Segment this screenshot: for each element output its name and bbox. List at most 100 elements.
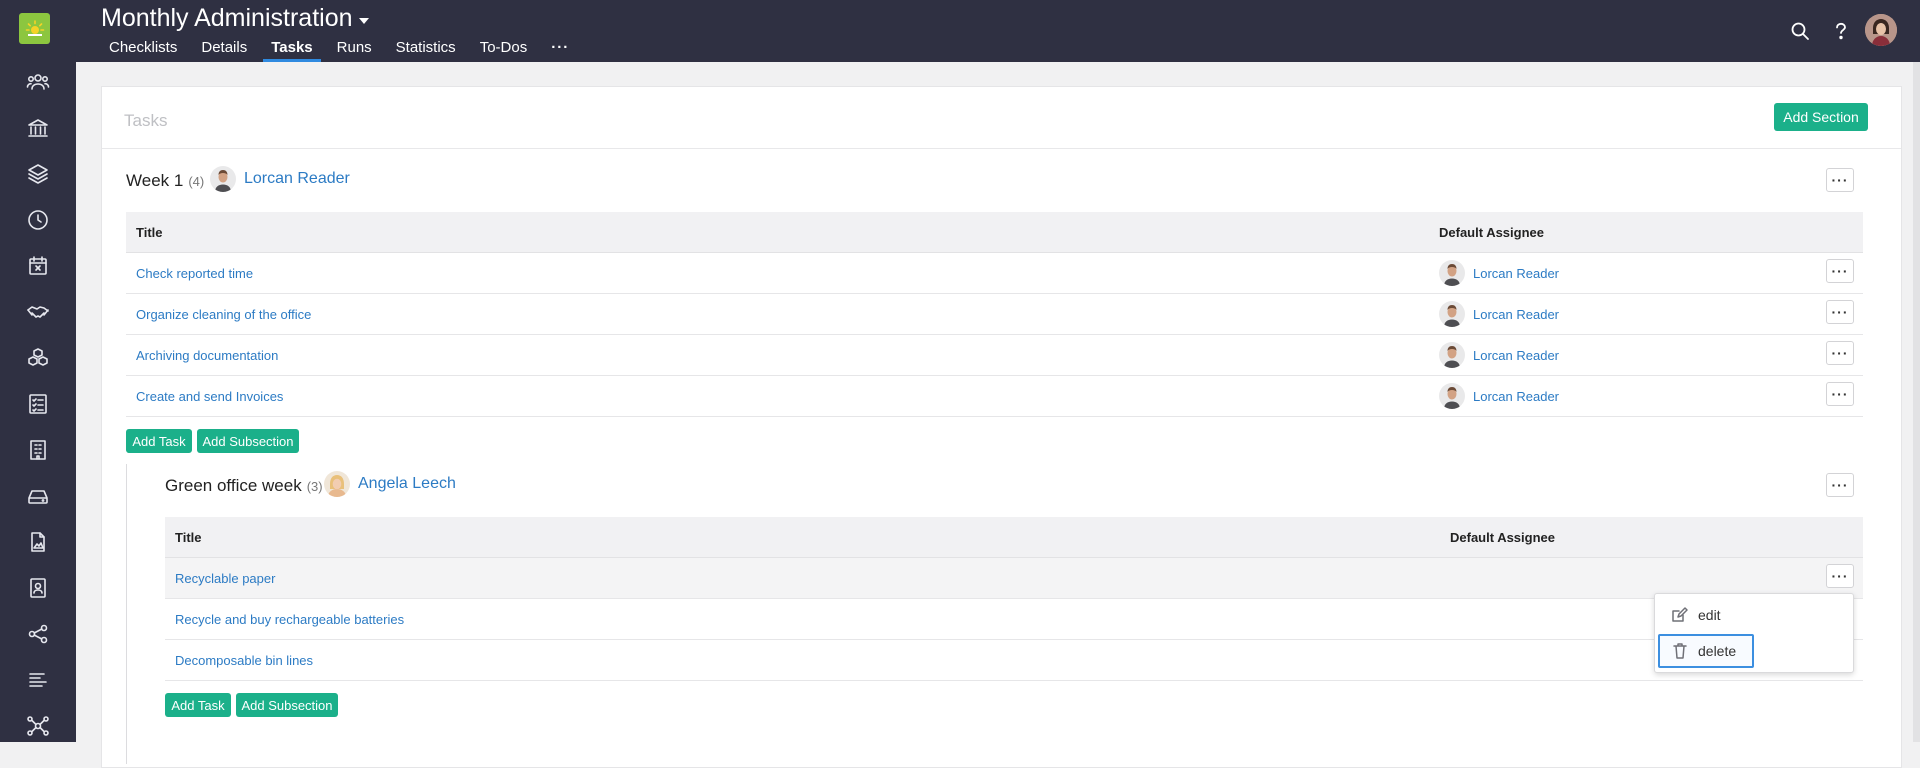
search-icon[interactable]	[1788, 19, 1812, 43]
task-title-link[interactable]: Check reported time	[136, 266, 253, 281]
document-image-icon[interactable]	[24, 528, 52, 556]
task-title-link[interactable]: Recyclable paper	[175, 571, 275, 586]
assignee-name: Lorcan Reader	[1473, 265, 1559, 281]
boxes-icon[interactable]	[24, 344, 52, 372]
list-icon[interactable]	[24, 666, 52, 694]
table-row: Decomposable bin lines	[165, 640, 1863, 681]
task-assignee[interactable]: Lorcan Reader	[1439, 260, 1559, 286]
task-title-link[interactable]: Recycle and buy rechargeable batteries	[175, 612, 404, 627]
tab-bar: Checklists Details Tasks Runs Statistics…	[101, 38, 585, 62]
column-title: Title	[136, 225, 163, 240]
assignee-name: Lorcan Reader	[1473, 347, 1559, 363]
contact-card-icon[interactable]	[24, 574, 52, 602]
row-context-menu: edit delete	[1654, 593, 1854, 673]
table-row: Archiving documentation Lorcan Reader ··…	[126, 335, 1863, 376]
task-assignee[interactable]: Lorcan Reader	[1439, 383, 1559, 409]
task-title-link[interactable]: Decomposable bin lines	[175, 653, 313, 668]
section-count: (3)	[306, 478, 323, 494]
card-divider	[102, 148, 1901, 149]
assignee-name: Lorcan Reader	[1473, 306, 1559, 322]
layers-icon[interactable]	[24, 160, 52, 188]
row-more-button[interactable]: ···	[1826, 300, 1854, 324]
network-icon[interactable]	[24, 712, 52, 740]
task-assignee[interactable]: Lorcan Reader	[1439, 301, 1559, 327]
menu-item-edit[interactable]: edit	[1658, 598, 1754, 632]
section-title: Green office week	[165, 476, 302, 495]
share-icon[interactable]	[24, 620, 52, 648]
assignee-avatar	[1439, 342, 1465, 368]
card-title: Tasks	[124, 111, 168, 130]
tab-details[interactable]: Details	[193, 38, 255, 60]
trash-icon	[1673, 643, 1687, 659]
column-title: Title	[175, 530, 202, 545]
subsection-indent-line	[126, 464, 127, 764]
app-logo[interactable]	[19, 13, 50, 44]
row-more-button[interactable]: ···	[1826, 382, 1854, 406]
sun-logo-icon	[25, 19, 44, 36]
table-row: Organize cleaning of the office Lorcan R…	[126, 294, 1863, 335]
table-header: Title Default Assignee	[165, 517, 1863, 558]
tasks-card: Tasks Add Section Week 1 (4) Lorcan Read…	[101, 86, 1902, 768]
tab-tasks[interactable]: Tasks	[263, 38, 321, 62]
checklist-icon[interactable]	[24, 390, 52, 418]
calendar-x-icon[interactable]	[24, 252, 52, 280]
section-owner[interactable]: Lorcan Reader	[210, 166, 350, 192]
page-scrollbar[interactable]	[1913, 62, 1920, 742]
section-more-button[interactable]: ···	[1826, 168, 1854, 192]
add-task-button[interactable]: Add Task	[165, 693, 231, 717]
assignee-avatar	[1439, 260, 1465, 286]
help-icon[interactable]	[1829, 19, 1853, 43]
owner-name: Lorcan Reader	[244, 170, 350, 187]
tab-to-dos[interactable]: To-Dos	[472, 38, 536, 60]
row-more-button[interactable]: ···	[1826, 341, 1854, 365]
task-title-link[interactable]: Archiving documentation	[136, 348, 278, 363]
task-title-link[interactable]: Create and send Invoices	[136, 389, 283, 404]
table-row: Recyclable paper ···	[165, 558, 1863, 599]
tab-more-menu[interactable]: ···	[543, 38, 577, 60]
owner-name: Angela Leech	[358, 475, 456, 492]
owner-avatar	[210, 166, 236, 192]
tab-checklists[interactable]: Checklists	[101, 38, 185, 60]
row-more-button[interactable]: ···	[1826, 259, 1854, 283]
owner-avatar	[324, 471, 350, 497]
task-title-link[interactable]: Organize cleaning of the office	[136, 307, 311, 322]
assignee-name: Lorcan Reader	[1473, 388, 1559, 404]
add-section-button[interactable]: Add Section	[1774, 103, 1868, 131]
table-row: Check reported time Lorcan Reader ···	[126, 253, 1863, 294]
table-header: Title Default Assignee	[126, 212, 1863, 253]
bank-icon[interactable]	[24, 114, 52, 142]
section-owner[interactable]: Angela Leech	[324, 471, 456, 497]
column-default-assignee: Default Assignee	[1450, 530, 1555, 545]
tab-statistics[interactable]: Statistics	[388, 38, 464, 60]
building-icon[interactable]	[24, 436, 52, 464]
top-bar: Monthly Administration Checklists Detail…	[76, 0, 1920, 62]
menu-item-label: edit	[1698, 607, 1721, 623]
add-task-button[interactable]: Add Task	[126, 429, 192, 453]
section-title: Week 1	[126, 171, 184, 190]
section-more-button[interactable]: ···	[1826, 473, 1854, 497]
section-header: Green office week (3)	[165, 476, 323, 496]
edit-icon	[1672, 607, 1688, 622]
section-header: Week 1 (4)	[126, 171, 204, 191]
task-assignee[interactable]: Lorcan Reader	[1439, 342, 1559, 368]
menu-item-delete[interactable]: delete	[1658, 634, 1754, 668]
caret-down-icon	[358, 17, 369, 24]
add-subsection-button[interactable]: Add Subsection	[236, 693, 338, 717]
sidebar	[0, 0, 76, 742]
clock-icon[interactable]	[24, 206, 52, 234]
table-row: Create and send Invoices Lorcan Reader ·…	[126, 376, 1863, 417]
user-avatar[interactable]	[1865, 14, 1897, 46]
page-title: Monthly Administration	[101, 4, 353, 32]
page-title-dropdown[interactable]: Monthly Administration	[101, 4, 369, 33]
add-subsection-button[interactable]: Add Subsection	[197, 429, 299, 453]
section-count: (4)	[188, 173, 205, 189]
handshake-icon[interactable]	[24, 298, 52, 326]
row-more-button[interactable]: ···	[1826, 564, 1854, 588]
assignee-avatar	[1439, 301, 1465, 327]
drive-icon[interactable]	[24, 482, 52, 510]
menu-item-label: delete	[1698, 643, 1737, 659]
users-icon[interactable]	[24, 68, 52, 96]
tab-runs[interactable]: Runs	[329, 38, 380, 60]
table-row: Recycle and buy rechargeable batteries	[165, 599, 1863, 640]
assignee-avatar	[1439, 383, 1465, 409]
